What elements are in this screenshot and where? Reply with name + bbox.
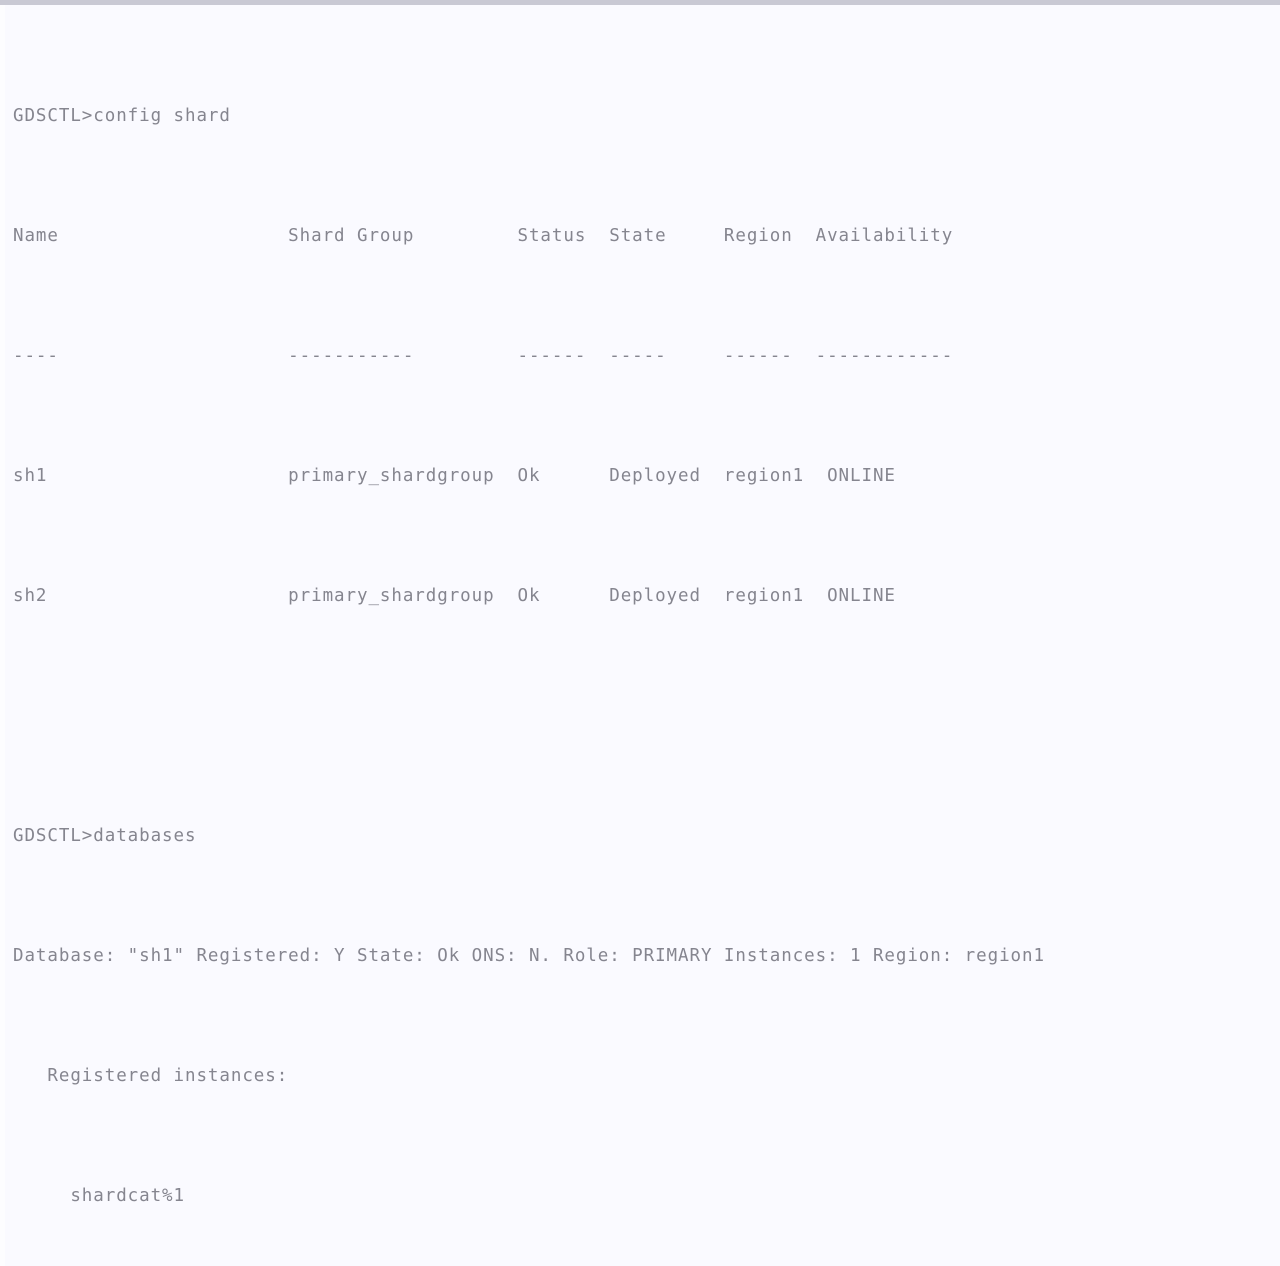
console-line: Database: "sh1" Registered: Y State: Ok … — [13, 946, 1045, 966]
console-line: GDSCTL>config shard — [13, 106, 231, 126]
console-line: sh2 primary_shardgroup Ok Deployed regio… — [13, 586, 896, 606]
console-line: Name Shard Group Status State Region Ava… — [13, 226, 954, 246]
console-line: Registered instances: — [13, 1066, 289, 1086]
terminal-window[interactable]: GDSCTL>config shard Name Shard Group Sta… — [0, 0, 1280, 1266]
console-line: ---- ----------- ------ ----- ------ ---… — [13, 346, 954, 366]
console-line: sh1 primary_shardgroup Ok Deployed regio… — [13, 466, 896, 486]
console-line: shardcat%1 — [13, 1186, 185, 1206]
console-line: GDSCTL>databases — [13, 826, 197, 846]
console-output-area[interactable]: GDSCTL>config shard Name Shard Group Sta… — [0, 5, 1280, 1266]
console-line-blank — [13, 696, 1280, 736]
